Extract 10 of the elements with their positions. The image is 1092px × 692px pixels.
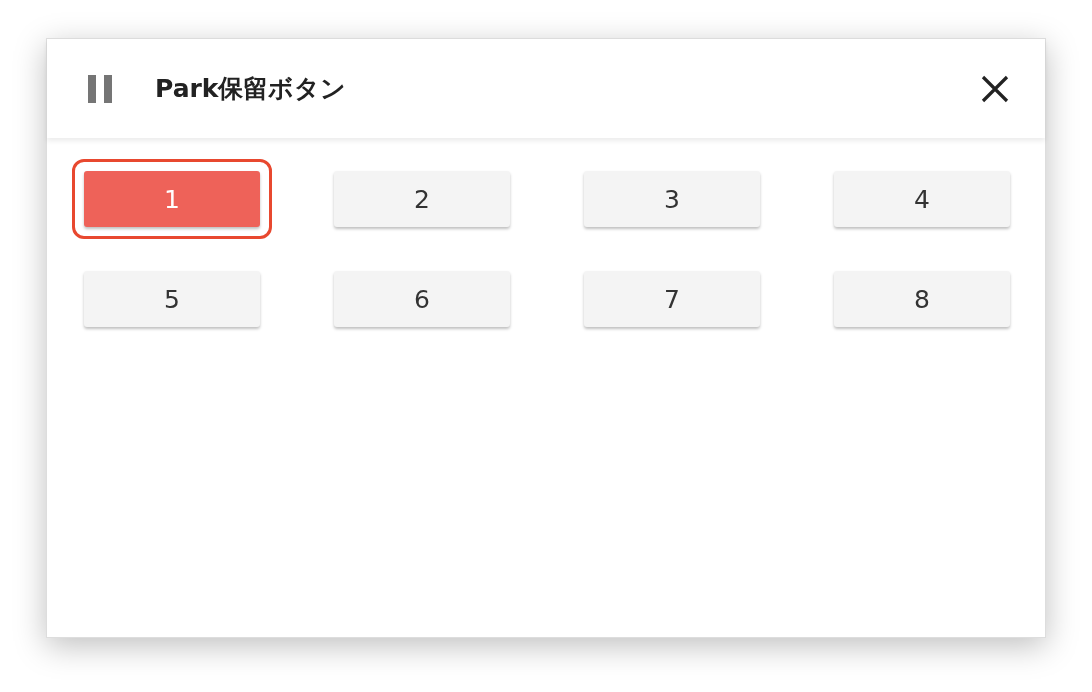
number-button[interactable]: 7: [584, 271, 760, 327]
pause-icon: [88, 74, 112, 103]
number-button[interactable]: 8: [834, 271, 1010, 327]
number-button[interactable]: 5: [84, 271, 260, 327]
close-button[interactable]: [981, 74, 1009, 103]
number-button[interactable]: 2: [334, 171, 510, 227]
number-button[interactable]: 4: [834, 171, 1010, 227]
number-button[interactable]: 3: [584, 171, 760, 227]
number-button[interactable]: 6: [334, 271, 510, 327]
dialog-title: Park保留ボタン: [155, 73, 348, 105]
